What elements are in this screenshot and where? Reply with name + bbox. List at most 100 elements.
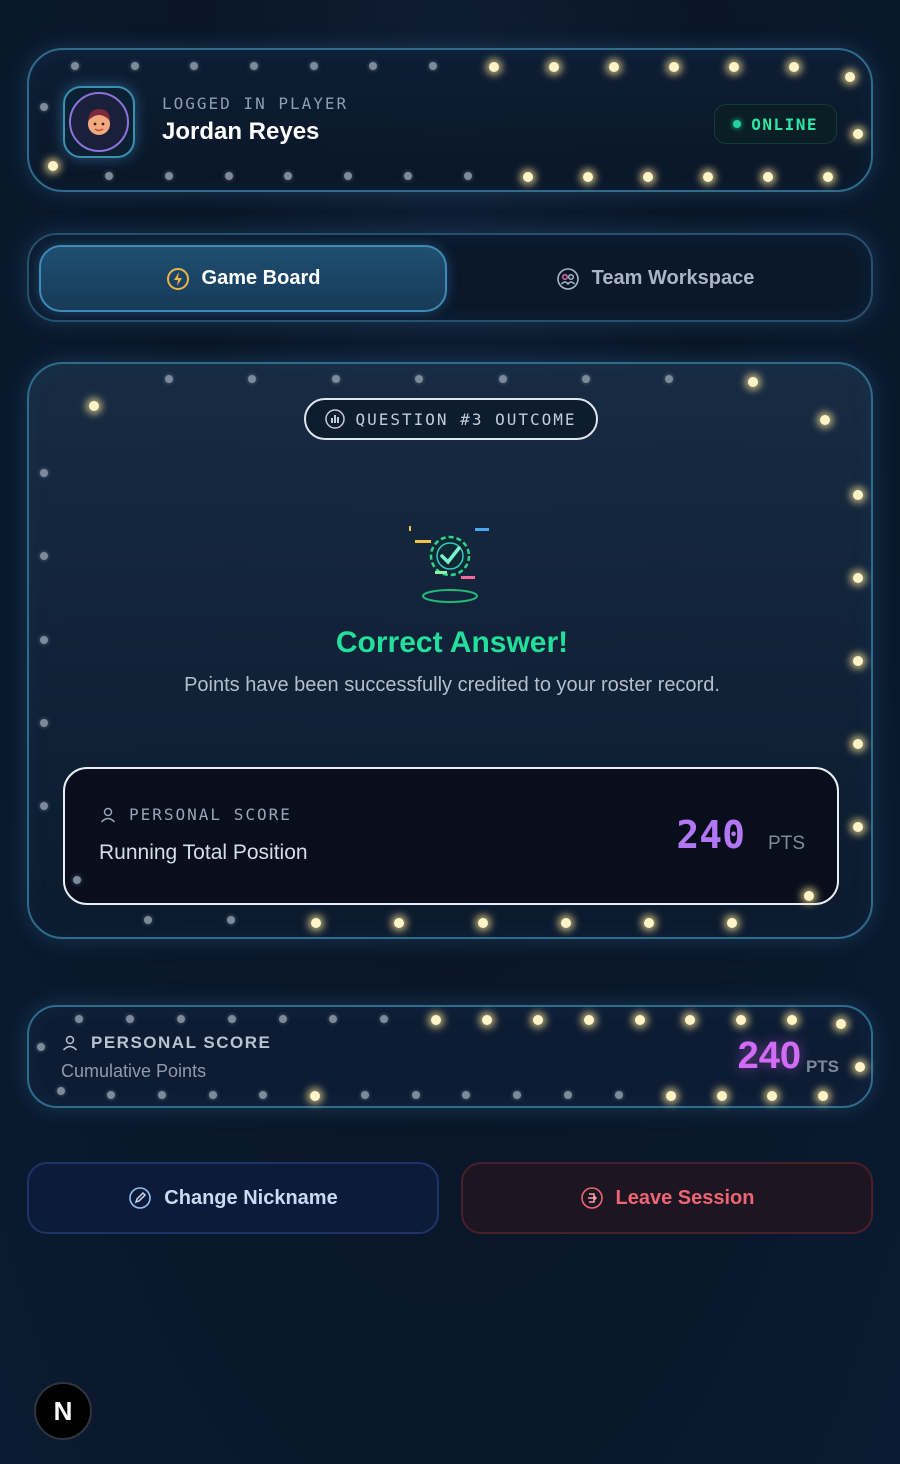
marquee-bulb — [727, 918, 737, 928]
marquee-bulb — [431, 1015, 441, 1025]
avatar — [63, 86, 135, 158]
marquee-bulb — [380, 1015, 388, 1023]
marquee-bulb — [369, 62, 377, 70]
avatar-face-icon — [88, 109, 110, 135]
marquee-bulb — [533, 1015, 543, 1025]
marquee-bulb — [462, 1091, 470, 1099]
score-unit: PTS — [768, 833, 805, 854]
cumulative-score-card: PERSONAL SCORE Cumulative Points 240 PTS — [27, 1005, 873, 1108]
status-text: ONLINE — [751, 114, 818, 134]
marquee-bulb — [75, 1015, 83, 1023]
marquee-bulb — [787, 1015, 797, 1025]
tab-label: Team Workspace — [591, 267, 755, 289]
marquee-bulb — [279, 1015, 287, 1023]
marquee-bulb — [144, 916, 152, 924]
marquee-bulb — [89, 401, 99, 411]
marquee-bulb — [669, 62, 679, 72]
marquee-bulb — [158, 1091, 166, 1099]
marquee-bulb — [853, 129, 863, 139]
marquee-bulb — [823, 172, 833, 182]
marquee-bulb — [717, 1091, 727, 1101]
marquee-bulb — [763, 172, 773, 182]
tab-bar: Game Board Team Workspace — [27, 233, 873, 322]
marquee-bulb — [767, 1091, 777, 1101]
marquee-bulb — [412, 1091, 420, 1099]
marquee-bulb — [310, 1091, 320, 1101]
exit-icon — [580, 1187, 603, 1209]
question-outcome-pill: QUESTION #3 OUTCOME — [304, 398, 598, 440]
change-nickname-button[interactable]: Change Nickname — [27, 1162, 439, 1234]
framework-badge[interactable]: N — [34, 1382, 92, 1440]
marquee-bulb — [644, 918, 654, 928]
marquee-bulb — [748, 377, 758, 387]
marquee-bulb — [165, 375, 173, 383]
leave-session-button[interactable]: Leave Session — [461, 1162, 873, 1234]
marquee-bulb — [329, 1015, 337, 1023]
tab-team-workspace[interactable]: Team Workspace — [447, 245, 863, 312]
marquee-bulb — [464, 172, 472, 180]
marquee-bulb — [853, 490, 863, 500]
success-check-icon — [399, 516, 499, 606]
marquee-bulb — [71, 62, 79, 70]
marquee-bulb — [394, 918, 404, 928]
question-label: QUESTION #3 OUTCOME — [355, 409, 577, 429]
marquee-bulb — [489, 62, 499, 72]
marquee-bulb — [703, 172, 713, 182]
marquee-bulb — [40, 719, 48, 727]
bar-chart-icon — [325, 409, 346, 429]
marquee-bulb — [311, 918, 321, 928]
marquee-bulb — [853, 739, 863, 749]
marquee-bulb — [615, 1091, 623, 1099]
marquee-bulb — [225, 172, 233, 180]
marquee-bulb — [609, 62, 619, 72]
player-name: Jordan Reyes — [162, 118, 320, 145]
cumulative-label: PERSONAL SCORE — [91, 1033, 272, 1052]
marquee-bulb — [685, 1015, 695, 1025]
marquee-bulb — [344, 172, 352, 180]
marquee-bulb — [131, 62, 139, 70]
marquee-bulb — [228, 1015, 236, 1023]
marquee-bulb — [549, 62, 559, 72]
status-dot-icon — [733, 120, 742, 128]
marquee-bulb — [789, 62, 799, 72]
change-nickname-label: Change Nickname — [164, 1186, 338, 1209]
marquee-bulb — [643, 172, 653, 182]
question-result-card: QUESTION #3 OUTCOME Correct Answer! Poin… — [27, 362, 873, 939]
score-value: 240 — [676, 813, 745, 857]
marquee-bulb — [310, 62, 318, 70]
marquee-bulb — [415, 375, 423, 383]
cumulative-sublabel: Cumulative Points — [61, 1061, 207, 1081]
status-badge: ONLINE — [714, 104, 837, 144]
marquee-bulb — [209, 1091, 217, 1099]
marquee-bulb — [40, 552, 48, 560]
marquee-bulb — [665, 375, 673, 383]
tab-game-board[interactable]: Game Board — [39, 245, 447, 312]
marquee-bulb — [584, 1015, 594, 1025]
marquee-bulb — [105, 172, 113, 180]
cumulative-unit: PTS — [805, 1057, 839, 1076]
marquee-bulb — [564, 1091, 572, 1099]
pencil-icon — [129, 1187, 152, 1209]
marquee-bulb — [177, 1015, 185, 1023]
marquee-bulb — [853, 822, 863, 832]
score-sublabel: Running Total Position — [99, 841, 308, 864]
marquee-bulb — [478, 918, 488, 928]
marquee-bulb — [404, 172, 412, 180]
marquee-bulb — [40, 469, 48, 477]
marquee-bulb — [635, 1015, 645, 1025]
marquee-bulb — [190, 62, 198, 70]
marquee-bulb — [107, 1091, 115, 1099]
marquee-bulb — [250, 62, 258, 70]
marquee-bulb — [736, 1015, 746, 1025]
marquee-bulb — [853, 656, 863, 666]
user-icon — [62, 1035, 78, 1051]
marquee-bulb — [227, 916, 235, 924]
marquee-bulb — [361, 1091, 369, 1099]
cumulative-value: 240 — [737, 1035, 801, 1077]
marquee-bulb — [37, 1043, 45, 1051]
marquee-bulb — [523, 172, 533, 182]
marquee-bulb — [499, 375, 507, 383]
marquee-bulb — [40, 636, 48, 644]
tab-label: Game Board — [201, 267, 321, 289]
player-header: LOGGED IN PLAYER Jordan Reyes ONLINE — [27, 48, 873, 192]
